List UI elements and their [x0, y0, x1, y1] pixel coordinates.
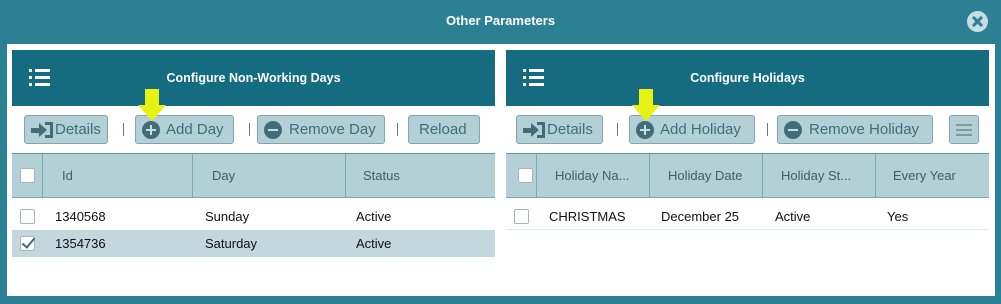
column-header-day[interactable]: Day	[192, 154, 345, 198]
panel-title: Configure Holidays	[690, 71, 805, 85]
cell-holiday-date: December 25	[661, 209, 740, 224]
details-icon	[523, 122, 545, 138]
cell-id: 1354736	[55, 236, 106, 251]
row-checkbox[interactable]	[20, 236, 35, 251]
row-checkbox[interactable]	[514, 209, 529, 224]
details-button[interactable]: Details	[516, 115, 603, 144]
select-all-checkbox[interactable]	[518, 168, 533, 183]
add-holiday-label: Add Holiday	[660, 121, 741, 138]
toolbar: Details Add Day Remove Day Reload	[12, 89, 495, 153]
column-header-holiday-date[interactable]: Holiday Date	[649, 154, 762, 198]
cell-id: 1340568	[55, 209, 106, 224]
details-button-label: Details	[547, 121, 593, 138]
hamburger-icon	[956, 124, 972, 126]
column-header-holiday-name[interactable]: Holiday Na...	[536, 154, 649, 198]
cell-status: Active	[356, 209, 392, 224]
cell-every-year: Yes	[887, 209, 909, 224]
highlight-arrow-icon	[138, 89, 166, 123]
toolbar-separator	[617, 123, 618, 136]
dialog-content: Configure Non-Working Days Details Add D…	[7, 44, 995, 296]
remove-day-button[interactable]: Remove Day	[257, 115, 385, 144]
toolbar: Details Add Holiday Remove Holiday	[506, 89, 989, 153]
remove-day-label: Remove Day	[289, 121, 376, 138]
toolbar-separator	[249, 123, 250, 136]
grid-header: Id Day Status	[12, 153, 495, 198]
plus-circle-icon	[636, 121, 654, 139]
add-day-label: Add Day	[166, 121, 224, 138]
select-all-cell	[12, 154, 42, 198]
cell-status: Active	[356, 236, 392, 251]
panel-header: Configure Holidays	[506, 50, 989, 106]
plus-circle-icon	[142, 121, 160, 139]
highlight-arrow-icon	[632, 89, 660, 123]
details-icon	[31, 122, 53, 138]
toolbar-separator	[767, 123, 768, 136]
panel-title: Configure Non-Working Days	[166, 71, 341, 85]
cell-day: Saturday	[205, 236, 258, 251]
dialog-title: Other Parameters	[445, 13, 556, 28]
reload-button[interactable]: Reload	[408, 115, 480, 144]
details-button[interactable]: Details	[24, 115, 108, 144]
select-all-checkbox[interactable]	[20, 168, 35, 183]
column-header-status[interactable]: Status	[345, 154, 495, 198]
select-all-cell	[506, 154, 536, 198]
table-row[interactable]: 1354736 Saturday Active	[12, 230, 495, 257]
reload-label: Reload	[419, 121, 467, 138]
column-header-id[interactable]: Id	[42, 154, 192, 198]
column-header-holiday-status[interactable]: Holiday St...	[762, 154, 875, 198]
table-row[interactable]: 1340568 Sunday Active	[12, 203, 495, 230]
cell-day: Sunday	[205, 209, 250, 224]
other-parameters-dialog: Other Parameters Configure Non-Working D…	[0, 0, 1001, 304]
remove-holiday-button[interactable]: Remove Holiday	[777, 115, 933, 144]
minus-circle-icon	[264, 121, 282, 139]
details-button-label: Details	[55, 121, 101, 138]
minus-circle-icon	[784, 121, 802, 139]
cell-holiday-name: CHRISTMAS	[549, 209, 626, 224]
column-header-every-year[interactable]: Every Year	[875, 154, 989, 198]
toolbar-separator	[123, 123, 124, 136]
remove-holiday-label: Remove Holiday	[809, 121, 920, 138]
row-checkbox[interactable]	[20, 209, 35, 224]
close-icon[interactable]	[967, 11, 988, 32]
grid-header: Holiday Na... Holiday Date Holiday St...…	[506, 153, 989, 198]
more-options-button[interactable]	[949, 115, 979, 144]
table-row[interactable]: CHRISTMAS December 25 Active Yes	[506, 203, 989, 230]
dialog-title-bar: Other Parameters	[0, 0, 1001, 42]
toolbar-separator	[397, 123, 398, 136]
panel-header: Configure Non-Working Days	[12, 50, 495, 106]
cell-holiday-status: Active	[775, 209, 811, 224]
